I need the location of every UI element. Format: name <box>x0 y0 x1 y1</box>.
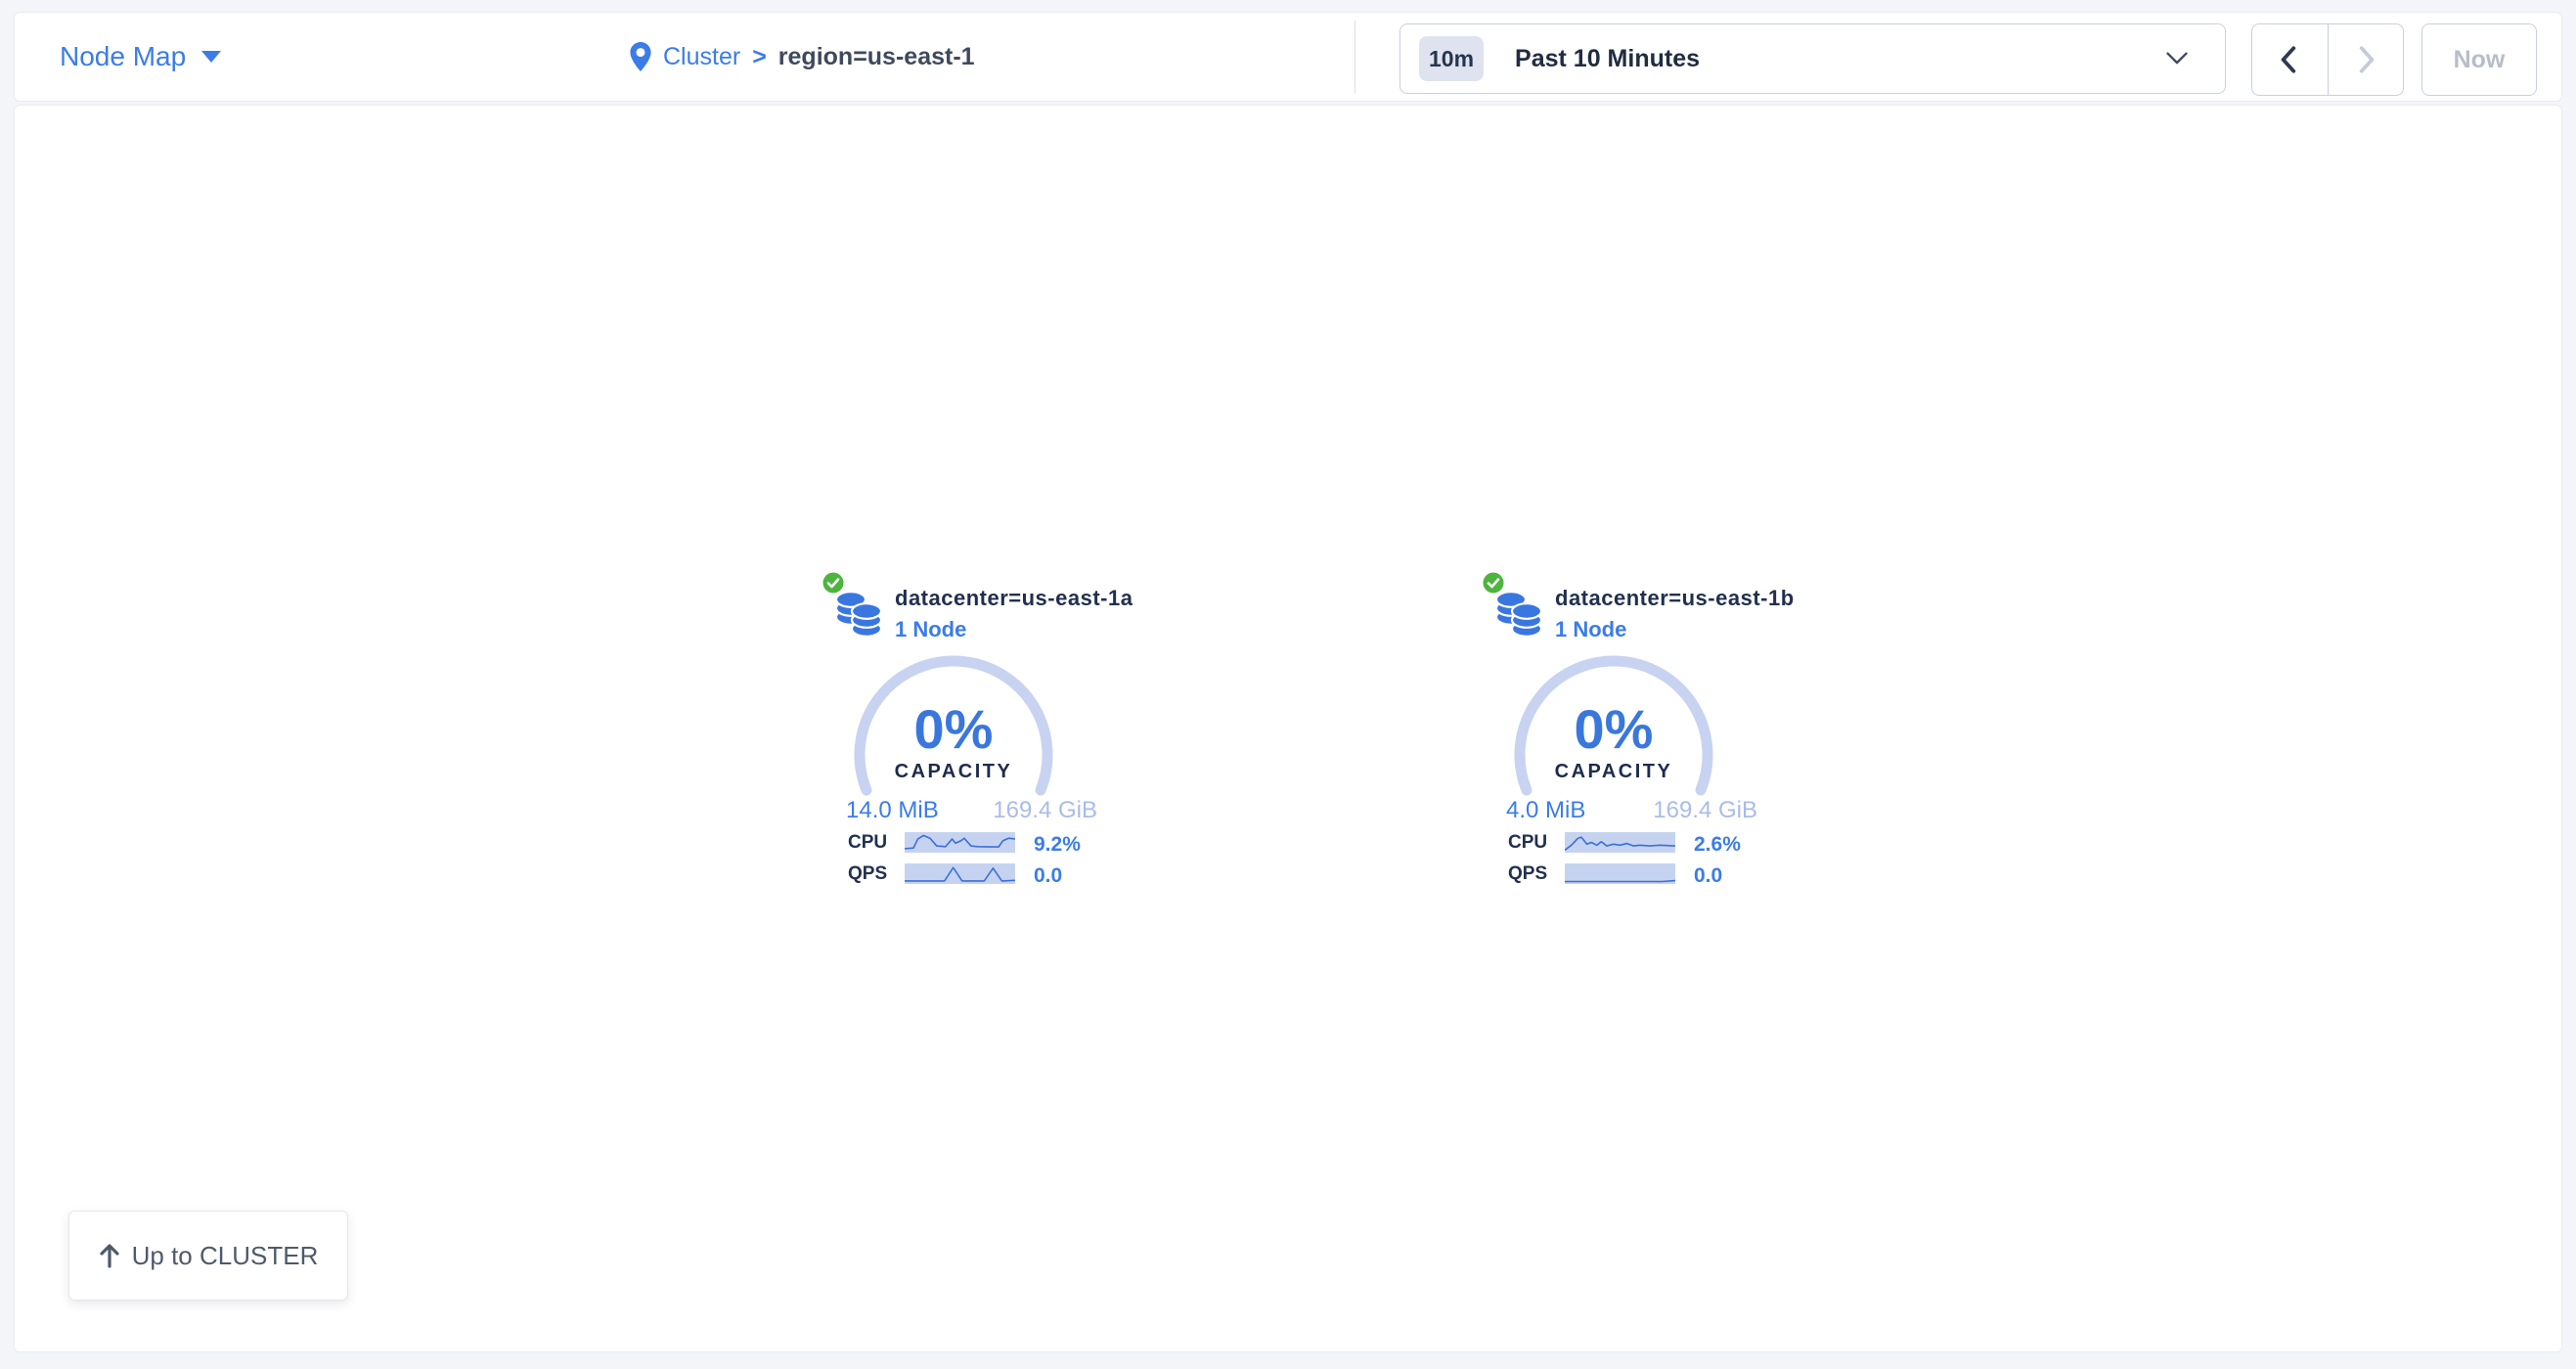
capacity-used: 4.0 MiB <box>1506 797 1585 824</box>
capacity-values: 4.0 MiB 169.4 GiB <box>1506 797 1757 824</box>
chevron-right-icon <box>2354 44 2377 75</box>
datacenter-title: datacenter=us-east-1a <box>895 586 1133 611</box>
breadcrumb-current: region=us-east-1 <box>778 43 975 71</box>
caret-down-icon <box>201 51 221 63</box>
top-bar: Node Map Cluster > region=us-east-1 10m … <box>14 12 2562 102</box>
qps-label: QPS <box>848 863 887 885</box>
breadcrumb-cluster-link[interactable]: Cluster <box>663 43 740 71</box>
qps-sparkline <box>1565 863 1675 884</box>
arrow-up-icon <box>99 1243 120 1268</box>
datacenter-card[interactable]: datacenter=us-east-1b 1 Node 0% CAPACITY… <box>1487 570 1760 893</box>
qps-sparkline <box>905 863 1015 884</box>
time-next-button[interactable] <box>2329 24 2404 95</box>
chevron-down-icon <box>2166 53 2188 66</box>
qps-value: 0.0 <box>1694 864 1722 888</box>
capacity-percent: 0% <box>1506 702 1721 757</box>
cpu-label: CPU <box>1508 832 1547 854</box>
qps-value: 0.0 <box>1034 864 1062 888</box>
up-to-cluster-label: Up to CLUSTER <box>132 1241 319 1271</box>
cpu-value: 9.2% <box>1034 833 1081 857</box>
capacity-values: 14.0 MiB 169.4 GiB <box>846 797 1097 824</box>
cpu-metric-row: CPU 2.6% <box>1487 832 1760 854</box>
capacity-total: 169.4 GiB <box>993 797 1097 824</box>
capacity-label: CAPACITY <box>846 761 1061 783</box>
up-to-cluster-button[interactable]: Up to CLUSTER <box>68 1211 348 1301</box>
chevron-left-icon <box>2278 44 2301 75</box>
view-selector-label: Node Map <box>60 41 186 72</box>
node-map-canvas <box>14 105 2562 1352</box>
datacenter-title: datacenter=us-east-1b <box>1555 586 1795 611</box>
cpu-value: 2.6% <box>1694 833 1741 857</box>
datacenter-node-count[interactable]: 1 Node <box>1555 617 1626 642</box>
time-prev-button[interactable] <box>2252 24 2329 95</box>
datacenter-node-count[interactable]: 1 Node <box>895 617 966 642</box>
view-selector-dropdown[interactable]: Node Map <box>60 13 221 101</box>
cpu-metric-row: CPU 9.2% <box>826 832 1100 854</box>
breadcrumb: Cluster > region=us-east-1 <box>630 13 975 101</box>
cpu-label: CPU <box>848 832 887 854</box>
datacenter-card[interactable]: datacenter=us-east-1a 1 Node 0% CAPACITY… <box>826 570 1100 893</box>
capacity-label: CAPACITY <box>1506 761 1721 783</box>
qps-metric-row: QPS 0.0 <box>826 863 1100 885</box>
now-button[interactable]: Now <box>2421 23 2537 96</box>
capacity-percent: 0% <box>846 702 1061 757</box>
qps-label: QPS <box>1508 863 1547 885</box>
capacity-gauge: 0% CAPACITY <box>1506 647 1721 862</box>
database-stack-icon <box>1494 590 1543 639</box>
qps-metric-row: QPS 0.0 <box>1487 863 1760 885</box>
capacity-used: 14.0 MiB <box>846 797 939 824</box>
location-pin-icon <box>630 42 651 71</box>
capacity-total: 169.4 GiB <box>1653 797 1757 824</box>
cpu-sparkline <box>905 832 1015 853</box>
breadcrumb-separator: > <box>752 43 767 71</box>
time-range-label: Past 10 Minutes <box>1515 45 1700 73</box>
database-stack-icon <box>834 590 883 639</box>
time-range-badge: 10m <box>1419 36 1484 81</box>
time-nav-group <box>2251 23 2404 96</box>
cpu-sparkline <box>1565 832 1675 853</box>
capacity-gauge: 0% CAPACITY <box>846 647 1061 862</box>
time-range-dropdown[interactable]: 10m Past 10 Minutes <box>1399 23 2226 94</box>
